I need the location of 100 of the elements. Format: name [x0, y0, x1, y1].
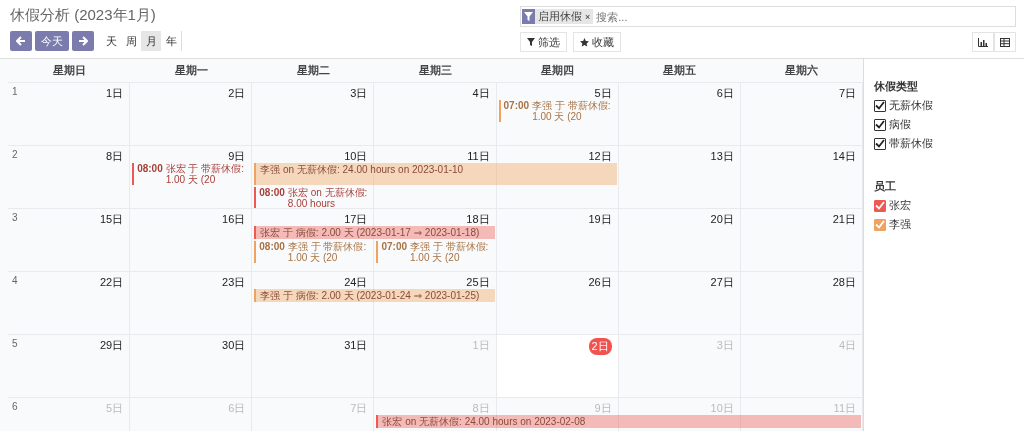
weekday-header: 星期二: [296, 64, 330, 76]
day-number: 2日: [228, 86, 246, 101]
day-number: 24日: [344, 275, 368, 290]
search-field[interactable]: 启用休假 × 搜索...: [520, 6, 1016, 27]
day-number: 13日: [710, 149, 734, 164]
checkbox[interactable]: [874, 218, 886, 231]
day-number: 10日: [344, 149, 368, 164]
day-number: 15日: [99, 212, 124, 227]
day-number: 5日: [106, 401, 124, 416]
weekday-header: 星期一: [174, 64, 208, 76]
day-number: 21日: [832, 212, 856, 227]
day-number: 26日: [588, 275, 612, 290]
day-number: 8日: [106, 149, 124, 164]
day-number: 9日: [228, 149, 246, 164]
filter-heading: 员工: [874, 179, 897, 194]
event-text: 张宏 于 带薪休假: 1.00 天 (20: [165, 163, 246, 185]
view-tab[interactable]: 月: [141, 31, 161, 51]
today-cell[interactable]: 2日: [496, 335, 619, 397]
event-text: 李强 于 带薪休假: 1.00 天 (20: [287, 241, 368, 263]
calendar-event[interactable]: 08:00 李强 于 带薪休假: 1.00 天 (20: [254, 241, 373, 263]
remove-facet-button[interactable]: ×: [585, 11, 594, 22]
day-number: 9日: [594, 401, 612, 416]
week-number: 2: [12, 149, 18, 160]
day-number: 14日: [832, 149, 856, 164]
calendar-event[interactable]: 08:00 张宏 on 无薪休假: 8.00 hours: [254, 187, 373, 209]
day-number: 3日: [350, 86, 368, 101]
week-number: 1: [12, 86, 18, 97]
next-button[interactable]: [72, 31, 94, 51]
event-time: 07:00: [503, 100, 530, 111]
facet-label: 启用休假: [537, 9, 583, 24]
checkbox[interactable]: [874, 137, 886, 150]
event-time: 08:00: [259, 241, 285, 252]
arrow-left-icon: [16, 36, 26, 46]
calendar-event[interactable]: 李强 于 病假: 2.00 天 (2023-01-24 ⇒ 2023-01-25): [254, 289, 495, 302]
day-number: 30日: [222, 338, 246, 353]
day-number: 25日: [466, 275, 490, 290]
today-button[interactable]: 今天: [35, 31, 69, 51]
day-number: 29日: [99, 338, 124, 353]
calendar-event[interactable]: 张宏 于 病假: 2.00 天 (2023-01-17 ⇒ 2023-01-18): [254, 226, 495, 239]
day-number: 17日: [344, 212, 368, 227]
week-number: 4: [12, 275, 18, 286]
day-number: 18日: [466, 212, 490, 227]
weekday-header: 星期四: [541, 64, 575, 76]
weekday-header: 星期五: [663, 64, 697, 76]
graph-view-button[interactable]: [972, 32, 994, 52]
week-number: 6: [12, 401, 18, 412]
day-number: 20日: [710, 212, 734, 227]
calendar-event[interactable]: 张宏 on 无薪休假: 24.00 hours on 2023-02-08: [376, 415, 861, 428]
weekday-header: 星期三: [419, 64, 452, 76]
day-number: 11日: [467, 149, 490, 164]
checkbox[interactable]: [874, 118, 886, 131]
day-number: 10日: [710, 401, 734, 416]
day-number: 1日: [106, 86, 124, 101]
day-number: 22日: [99, 275, 124, 290]
table-view-button[interactable]: [994, 32, 1016, 52]
event-time: 08:00: [259, 187, 285, 198]
calendar-event[interactable]: 07:00 李强 于 带薪休假: 1.00 天 (20: [498, 100, 617, 122]
funnel-icon: [524, 12, 533, 21]
event-time: 07:00: [381, 241, 407, 252]
day-number: 8日: [472, 401, 490, 416]
filter-button[interactable]: 筛选: [520, 32, 567, 52]
day-number: 1日: [472, 338, 490, 353]
favorites-button[interactable]: 收藏: [573, 32, 621, 52]
filter-label: 张宏: [889, 198, 911, 213]
previous-button[interactable]: [10, 31, 32, 51]
calendar-event[interactable]: 李强 on 无薪休假: 24.00 hours on 2023-01-10: [254, 163, 617, 185]
day-number: 31日: [344, 338, 368, 353]
day-number: 4日: [838, 338, 856, 353]
filter-heading: 休假类型: [874, 79, 919, 94]
event-time: 08:00: [137, 163, 163, 174]
checkbox[interactable]: [874, 199, 886, 212]
day-number: 12日: [588, 149, 612, 164]
table-icon: [1000, 37, 1010, 47]
day-number: 5日: [594, 86, 612, 101]
day-number: 6日: [716, 86, 734, 101]
day-number: 7日: [838, 86, 856, 101]
day-number: 16日: [222, 212, 246, 227]
funnel-icon: [527, 38, 535, 46]
calendar-event[interactable]: 08:00 张宏 于 带薪休假: 1.00 天 (20: [132, 163, 251, 185]
day-number: 28日: [832, 275, 856, 290]
day-number: 27日: [710, 275, 734, 290]
filter-label: 带薪休假: [889, 136, 933, 151]
filter-label: 无薪休假: [889, 98, 933, 113]
page-title: 休假分析 (2023年1月): [10, 6, 157, 25]
calendar-event[interactable]: 07:00 李强 于 带薪休假: 1.00 天 (20: [376, 241, 495, 263]
event-text: 李强 于 带薪休假: 1.00 天 (20: [410, 241, 490, 263]
day-number: 2日: [588, 338, 612, 355]
day-number: 23日: [222, 275, 246, 290]
day-number: 19日: [588, 212, 612, 227]
day-number: 4日: [472, 86, 490, 101]
week-number: 3: [12, 212, 18, 223]
week-number: 5: [12, 338, 18, 349]
filter-facet[interactable]: 启用休假 ×: [522, 9, 594, 24]
star-icon: [580, 37, 589, 47]
arrow-right-icon: [78, 36, 88, 46]
day-number: 3日: [716, 338, 734, 353]
event-text: 李强 于 带薪休假: 1.00 天 (20: [532, 100, 612, 122]
checkbox[interactable]: [874, 99, 886, 112]
filter-label: 李强: [889, 217, 911, 232]
weekday-header: 星期日: [52, 64, 86, 76]
